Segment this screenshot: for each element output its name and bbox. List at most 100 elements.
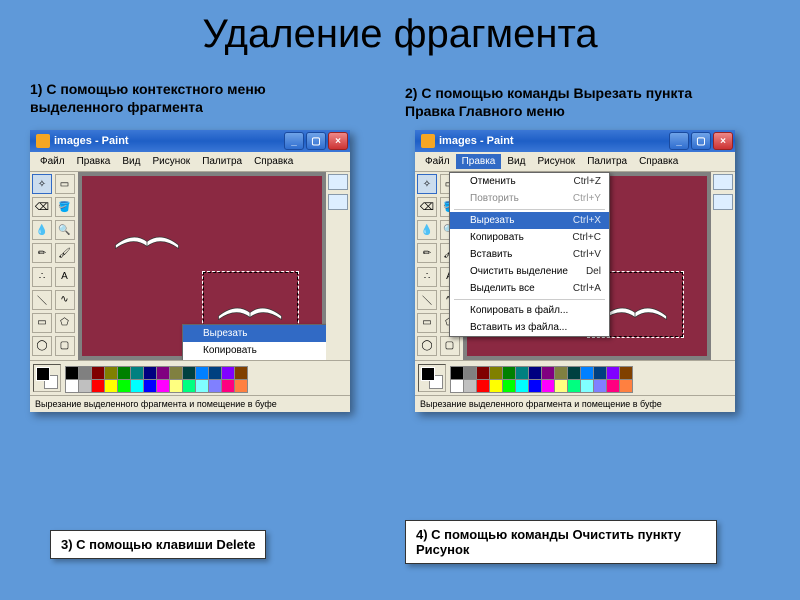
current-colors[interactable]: [33, 364, 61, 392]
color-swatch[interactable]: [91, 366, 105, 380]
tool-picker[interactable]: 💧: [417, 220, 437, 240]
color-swatch[interactable]: [489, 379, 503, 393]
menu-image[interactable]: Рисунок: [531, 154, 581, 169]
tool-spray[interactable]: ∴: [32, 267, 52, 287]
color-swatch[interactable]: [104, 366, 118, 380]
color-swatch[interactable]: [117, 379, 131, 393]
tool-rect[interactable]: ▭: [32, 313, 52, 333]
color-swatch[interactable]: [130, 366, 144, 380]
color-swatch[interactable]: [450, 379, 464, 393]
color-swatch[interactable]: [515, 379, 529, 393]
color-swatch[interactable]: [463, 379, 477, 393]
color-swatch[interactable]: [554, 366, 568, 380]
menu-view[interactable]: Вид: [501, 154, 531, 169]
color-swatch[interactable]: [502, 379, 516, 393]
color-swatch[interactable]: [169, 366, 183, 380]
menu-colors[interactable]: Палитра: [196, 154, 248, 169]
color-swatch[interactable]: [528, 366, 542, 380]
color-swatch[interactable]: [528, 379, 542, 393]
tool-free-select[interactable]: ✧: [417, 174, 437, 194]
tool-free-select[interactable]: ✧: [32, 174, 52, 194]
edit-cut[interactable]: ВырезатьCtrl+X: [450, 212, 609, 229]
menu-help[interactable]: Справка: [248, 154, 299, 169]
menu-file[interactable]: Файл: [34, 154, 71, 169]
color-swatch[interactable]: [104, 379, 118, 393]
color-swatch[interactable]: [65, 366, 79, 380]
color-swatch[interactable]: [156, 366, 170, 380]
color-swatch[interactable]: [78, 366, 92, 380]
tool-eraser[interactable]: ⌫: [32, 197, 52, 217]
color-swatch[interactable]: [567, 379, 581, 393]
color-swatch[interactable]: [593, 366, 607, 380]
maximize-button[interactable]: ▢: [691, 132, 711, 150]
canvas-area[interactable]: Вырезать Копировать Вставить Очистить вы…: [78, 172, 326, 360]
thumb-1[interactable]: [328, 174, 348, 190]
color-swatch[interactable]: [619, 379, 633, 393]
ctx-cut[interactable]: Вырезать: [183, 325, 326, 342]
color-swatch[interactable]: [208, 379, 222, 393]
tool-rect[interactable]: ▭: [417, 313, 437, 333]
minimize-button[interactable]: _: [669, 132, 689, 150]
color-swatch[interactable]: [91, 379, 105, 393]
menu-view[interactable]: Вид: [116, 154, 146, 169]
color-swatch[interactable]: [156, 379, 170, 393]
color-swatch[interactable]: [182, 366, 196, 380]
tool-pencil[interactable]: ✏: [32, 243, 52, 263]
edit-copy-to[interactable]: Копировать в файл...: [450, 302, 609, 319]
color-swatch[interactable]: [208, 366, 222, 380]
edit-select-all[interactable]: Выделить всеCtrl+A: [450, 280, 609, 297]
edit-redo[interactable]: ПовторитьCtrl+Y: [450, 190, 609, 207]
color-swatch[interactable]: [489, 366, 503, 380]
color-swatch[interactable]: [593, 379, 607, 393]
tool-spray[interactable]: ∴: [417, 267, 437, 287]
color-swatch[interactable]: [234, 366, 248, 380]
color-swatch[interactable]: [234, 379, 248, 393]
color-swatch[interactable]: [143, 379, 157, 393]
color-swatch[interactable]: [567, 366, 581, 380]
color-swatch[interactable]: [143, 366, 157, 380]
tool-pencil[interactable]: ✏: [417, 243, 437, 263]
tool-rect-select[interactable]: ▭: [55, 174, 75, 194]
edit-paste[interactable]: ВставитьCtrl+V: [450, 246, 609, 263]
thumb-1[interactable]: [713, 174, 733, 190]
color-swatch[interactable]: [450, 366, 464, 380]
tool-ellipse[interactable]: ◯: [417, 336, 437, 356]
menu-file[interactable]: Файл: [419, 154, 456, 169]
color-swatch[interactable]: [169, 379, 183, 393]
edit-paste-from[interactable]: Вставить из файла...: [450, 319, 609, 336]
color-swatch[interactable]: [580, 379, 594, 393]
color-swatch[interactable]: [463, 366, 477, 380]
ctx-copy[interactable]: Копировать: [183, 342, 326, 359]
close-button[interactable]: ×: [713, 132, 733, 150]
color-swatch[interactable]: [221, 366, 235, 380]
ctx-paste[interactable]: Вставить: [183, 359, 326, 360]
maximize-button[interactable]: ▢: [306, 132, 326, 150]
tool-fill[interactable]: 🪣: [55, 197, 75, 217]
current-colors[interactable]: [418, 364, 446, 392]
menu-colors[interactable]: Палитра: [581, 154, 633, 169]
tool-roundrect[interactable]: ▢: [440, 336, 460, 356]
tool-curve[interactable]: ∿: [55, 290, 75, 310]
tool-roundrect[interactable]: ▢: [55, 336, 75, 356]
tool-poly[interactable]: ⬠: [55, 313, 75, 333]
color-swatch[interactable]: [182, 379, 196, 393]
menu-help[interactable]: Справка: [633, 154, 684, 169]
close-button[interactable]: ×: [328, 132, 348, 150]
tool-ellipse[interactable]: ◯: [32, 336, 52, 356]
menu-edit[interactable]: Правка: [456, 154, 502, 169]
color-swatch[interactable]: [130, 379, 144, 393]
thumb-2[interactable]: [713, 194, 733, 210]
color-swatch[interactable]: [221, 379, 235, 393]
color-swatch[interactable]: [541, 366, 555, 380]
edit-undo[interactable]: ОтменитьCtrl+Z: [450, 173, 609, 190]
color-swatch[interactable]: [515, 366, 529, 380]
color-swatch[interactable]: [476, 379, 490, 393]
tool-zoom[interactable]: 🔍: [55, 220, 75, 240]
color-swatch[interactable]: [117, 366, 131, 380]
color-swatch[interactable]: [502, 366, 516, 380]
tool-picker[interactable]: 💧: [32, 220, 52, 240]
color-swatch[interactable]: [606, 379, 620, 393]
tool-line[interactable]: ＼: [32, 290, 52, 310]
color-swatch[interactable]: [580, 366, 594, 380]
thumb-2[interactable]: [328, 194, 348, 210]
